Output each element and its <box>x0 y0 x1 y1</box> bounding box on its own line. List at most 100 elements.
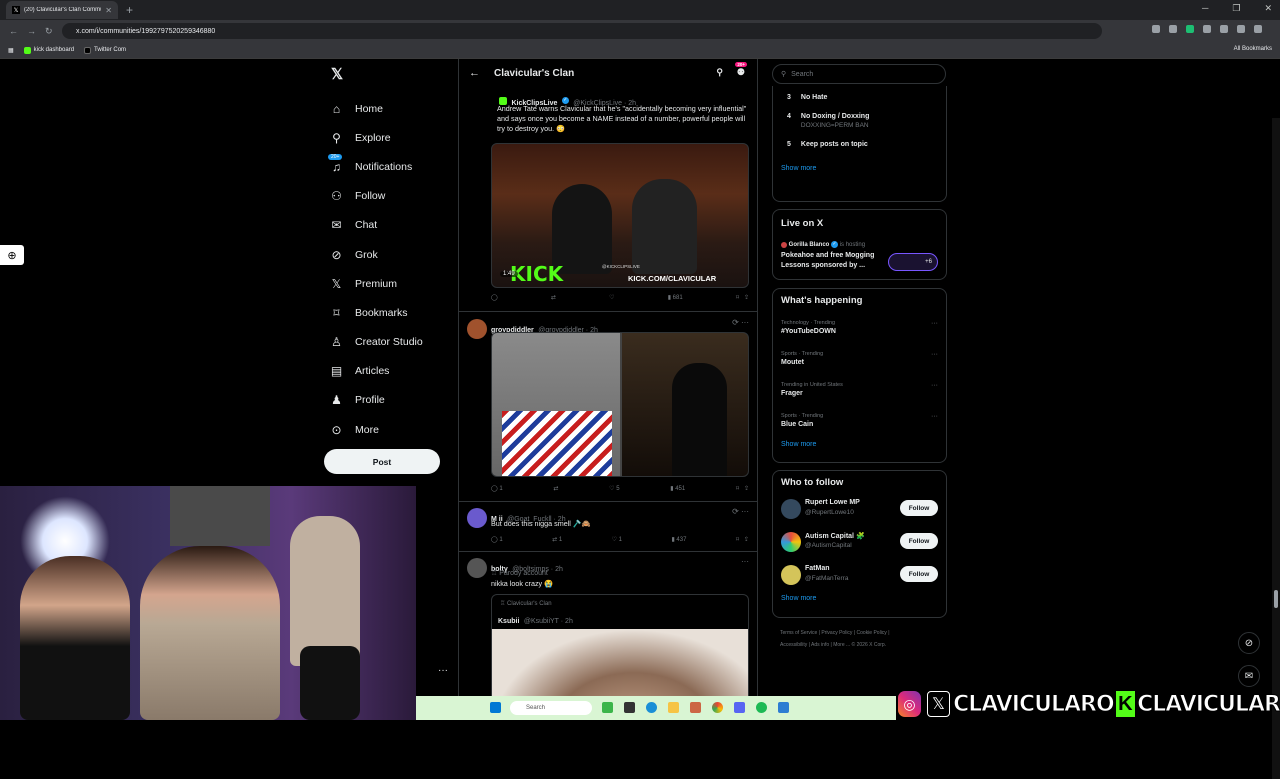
follow-suggestion[interactable]: Rupert Lowe MP @RupertLowe10 Follow <box>773 496 946 529</box>
spotify-icon[interactable] <box>756 702 767 713</box>
nav-follow[interactable]: ⚇ Follow <box>326 182 446 211</box>
forward-icon[interactable]: → <box>27 26 36 36</box>
community-icon[interactable]: ⚉ <box>737 67 745 78</box>
repost-icon[interactable]: ⇄ <box>553 485 558 492</box>
more-options-icon[interactable]: ··· <box>931 320 938 327</box>
nav-explore[interactable]: ⚲ Explore <box>326 123 446 152</box>
maximize-icon[interactable]: ❐ <box>1232 3 1240 14</box>
avatar[interactable] <box>467 508 487 528</box>
scrollbar-thumb[interactable] <box>1274 590 1278 608</box>
nav-premium[interactable]: 𝕏 Premium <box>326 269 446 298</box>
nav-creator-studio[interactable]: ♙ Creator Studio <box>326 328 446 357</box>
task-view-icon[interactable] <box>624 702 635 713</box>
extension-icon[interactable] <box>1186 25 1194 33</box>
more-options-icon[interactable]: ⟳ ··· <box>732 318 749 327</box>
search-icon[interactable]: ⚲ <box>716 67 723 78</box>
quote-author[interactable]: Ksubii <box>498 618 519 625</box>
search-input[interactable]: ⚲ Search <box>772 64 946 84</box>
chrome-icon[interactable] <box>712 702 723 713</box>
browser-tab[interactable]: 𝕏 (20) Clavicular's Clan Commun... ✕ <box>6 1 118 19</box>
footer-link[interactable]: Ads info <box>811 642 829 648</box>
views-count[interactable]: ▮ 681 <box>668 294 683 301</box>
reload-icon[interactable]: ↻ <box>45 26 53 37</box>
close-window-icon[interactable]: ✕ <box>1264 3 1272 14</box>
more-options-icon[interactable]: ··· <box>931 351 938 358</box>
rule-item[interactable]: 4 No Doxing / Doxxing DOXXING=PERM BAN <box>773 113 946 129</box>
nav-profile[interactable]: ♟ Profile <box>326 386 446 415</box>
grok-floating-icon[interactable]: ⊘ <box>1238 632 1260 654</box>
puzzle-icon[interactable] <box>1203 25 1211 33</box>
show-more-link[interactable]: Show more <box>773 595 946 602</box>
nav-chat[interactable]: ✉ Chat <box>326 211 446 240</box>
nav-notifications[interactable]: ♫ 20+ Notifications <box>326 152 446 181</box>
x-logo-icon[interactable]: 𝕏 <box>331 65 446 83</box>
more-options-icon[interactable]: ··· <box>931 413 938 420</box>
bookmark-twitter-com[interactable]: Twitter Com <box>84 46 126 54</box>
minimize-icon[interactable]: ─ <box>1202 3 1208 14</box>
more-options-icon[interactable]: ··· <box>931 382 938 389</box>
repost-count[interactable]: ⇄ 1 <box>552 536 562 543</box>
bookmark-share[interactable]: ⌑ ⇪ <box>736 294 749 301</box>
close-tab-icon[interactable]: ✕ <box>105 6 112 15</box>
live-listeners[interactable]: +6 <box>888 253 938 271</box>
avatar[interactable] <box>467 558 487 578</box>
taskbar-app-icon[interactable] <box>734 702 745 713</box>
tweet-video[interactable]: KICK KICK.COM/CLAVICULAR @KICKCLIPSLIVE … <box>491 143 749 288</box>
nav-bookmarks[interactable]: ⌑ Bookmarks <box>326 298 446 327</box>
cast-icon[interactable] <box>1152 25 1160 33</box>
taskbar-search[interactable]: Search <box>510 701 592 715</box>
reply-count[interactable]: ◯ 1 <box>491 485 503 492</box>
bookmark-share[interactable]: ⌑ ⇪ <box>736 485 749 492</box>
follow-suggestion[interactable]: Autism Capital 🧩 @AutismCapital Follow <box>773 529 946 562</box>
like-count[interactable]: ♡ 1 <box>612 536 622 543</box>
like-count[interactable]: ♡ 5 <box>609 485 619 492</box>
show-more-link[interactable]: Show more <box>773 165 946 172</box>
reply-count[interactable]: ◯ 1 <box>491 536 503 543</box>
tweet[interactable]: groypdiddler @groypdiddler · 2h ⟳ ··· ◯ … <box>459 312 757 502</box>
nav-home[interactable]: ⌂ Home <box>326 94 446 123</box>
more-options-icon[interactable]: ⟳ ··· <box>732 507 749 516</box>
live-description[interactable]: Pokeahoe and free Mogging Lessons sponso… <box>781 251 891 271</box>
account-menu-icon[interactable]: ··· <box>438 665 448 676</box>
trend-item[interactable]: Trending in United States Frager ··· <box>773 382 946 413</box>
nav-grok[interactable]: ⊘ Grok <box>326 240 446 269</box>
like-icon[interactable]: ♡ <box>609 294 614 301</box>
taskbar-app-icon[interactable] <box>778 702 789 713</box>
trend-item[interactable]: Technology · Trending #YouTubeDOWN ··· <box>773 320 946 351</box>
bookmark-share[interactable]: ⌑ ⇪ <box>736 536 749 543</box>
reply-icon[interactable]: ◯ <box>491 294 498 301</box>
back-arrow-icon[interactable]: ← <box>469 67 480 79</box>
more-options-icon[interactable]: ··· <box>741 557 749 566</box>
zoom-icon[interactable]: ⊕ <box>0 245 24 265</box>
tweet-image[interactable] <box>491 332 749 477</box>
new-tab-button[interactable]: + <box>126 3 133 17</box>
nav-more[interactable]: ⊙ More <box>326 415 446 444</box>
avatar[interactable] <box>467 319 487 339</box>
sidebar-icon[interactable] <box>1220 25 1228 33</box>
post-button[interactable]: Post <box>324 449 440 474</box>
repost-icon[interactable]: ⇄ <box>551 294 556 301</box>
footer-link[interactable]: Terms of Service <box>780 630 817 636</box>
trend-item[interactable]: Sports · Trending Moutet ··· <box>773 351 946 382</box>
tweet[interactable]: bolty @boltsimps · 2h ··· ♖ Parody accou… <box>459 552 757 720</box>
follow-button[interactable]: Follow <box>900 533 938 549</box>
footer-link[interactable]: More ... <box>833 642 850 648</box>
tweet[interactable]: M ii @Goat_Fuckll · 2h ⟳ ··· But does th… <box>459 502 757 552</box>
views-count[interactable]: ▮ 437 <box>671 536 686 543</box>
taskbar-app-icon[interactable] <box>602 702 613 713</box>
footer-link[interactable]: Cookie Policy <box>857 630 887 636</box>
page-scrollbar[interactable] <box>1272 118 1280 779</box>
menu-icon[interactable] <box>1254 25 1262 33</box>
views-count[interactable]: ▮ 451 <box>670 485 685 492</box>
edge-icon[interactable] <box>646 702 657 713</box>
back-icon[interactable]: ← <box>9 26 18 36</box>
rule-item[interactable]: 3 No Hate <box>773 94 946 101</box>
follow-button[interactable]: Follow <box>900 500 938 516</box>
footer-link[interactable]: Privacy Policy <box>821 630 852 636</box>
nav-articles[interactable]: ▤ Articles <box>326 357 446 386</box>
bookmark-kick-dashboard[interactable]: kick dashboard <box>23 46 74 54</box>
follow-suggestion[interactable]: FatMan @FatManTerra Follow <box>773 562 946 595</box>
apps-icon[interactable]: ▦ <box>8 47 14 54</box>
messages-floating-icon[interactable]: ✉ <box>1238 665 1260 687</box>
footer-link[interactable]: Accessibility <box>780 642 807 648</box>
